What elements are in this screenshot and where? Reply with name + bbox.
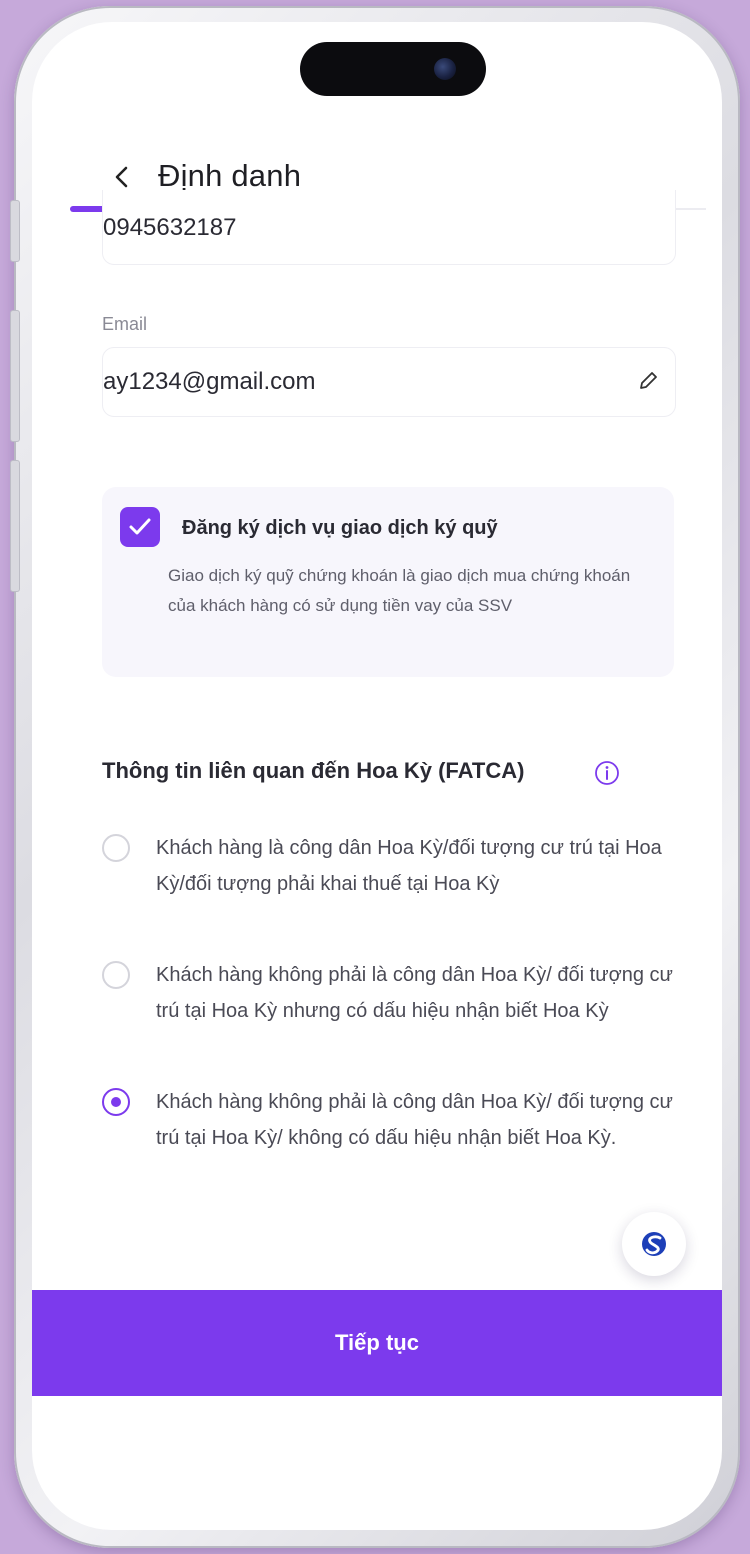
- continue-button[interactable]: Tiếp tục: [32, 1290, 722, 1396]
- pencil-icon[interactable]: [637, 370, 659, 392]
- fatca-option-label: Khách hàng không phải là công dân Hoa Kỳ…: [156, 1091, 673, 1149]
- fatca-option-label: Khách hàng không phải là công dân Hoa Kỳ…: [156, 964, 673, 1022]
- margin-service-checkbox[interactable]: [120, 507, 160, 547]
- camera-icon: [434, 58, 456, 80]
- chevron-left-icon[interactable]: [110, 162, 134, 192]
- phone-value: 0945632187: [103, 214, 237, 241]
- phone-field[interactable]: 0945632187: [102, 190, 676, 265]
- fatca-radio-2[interactable]: [102, 961, 130, 989]
- email-field[interactable]: ay1234@gmail.com: [102, 347, 676, 417]
- info-icon[interactable]: [594, 760, 620, 786]
- dynamic-island: [300, 42, 486, 96]
- fatca-radio-1[interactable]: [102, 834, 130, 862]
- app-screen: Định danh 0945632187 Email ay1234@gmail.…: [32, 22, 722, 1530]
- email-value: ay1234@gmail.com: [103, 368, 316, 395]
- margin-service-card: Đăng ký dịch vụ giao dịch ký quỹ Giao dị…: [102, 487, 674, 677]
- page-title: Định danh: [158, 158, 302, 193]
- fatca-radio-3[interactable]: [102, 1088, 130, 1116]
- continue-label: Tiếp tục: [335, 1330, 419, 1355]
- margin-service-title: Đăng ký dịch vụ giao dịch ký quỹ: [182, 517, 498, 539]
- action-button: [10, 200, 20, 262]
- volume-up-button: [10, 310, 20, 442]
- fatca-option-label: Khách hàng là công dân Hoa Kỳ/đối tượng …: [156, 837, 662, 895]
- brand-logo-icon: [640, 1230, 668, 1258]
- check-icon: [129, 518, 151, 535]
- support-fab[interactable]: [622, 1212, 686, 1276]
- volume-down-button: [10, 460, 20, 592]
- email-label: Email: [102, 314, 148, 334]
- margin-service-description: Giao dịch ký quỹ chứng khoán là giao dịc…: [168, 566, 631, 615]
- fatca-title: Thông tin liên quan đến Hoa Kỳ (FATCA): [102, 758, 525, 783]
